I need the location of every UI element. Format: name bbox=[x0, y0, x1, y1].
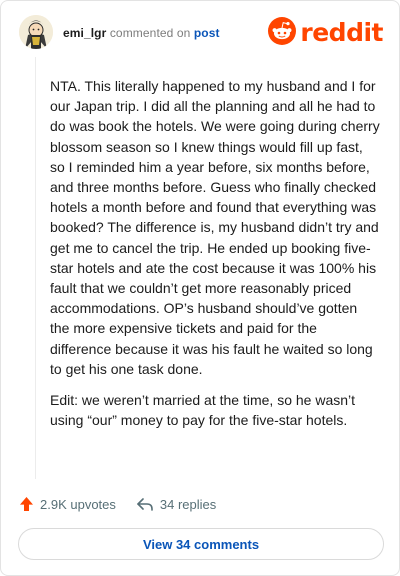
upvote-count: 2.9K upvotes bbox=[40, 496, 116, 512]
reddit-logo[interactable]: reddit bbox=[268, 16, 383, 50]
view-comments-button[interactable]: View 34 comments bbox=[18, 528, 384, 560]
reply-button[interactable]: 34 replies bbox=[136, 496, 216, 512]
reply-count: 34 replies bbox=[159, 496, 217, 512]
reply-arrow-icon bbox=[137, 498, 153, 511]
post-link[interactable]: post bbox=[194, 26, 220, 40]
comment-card: emi_lgr commented on post reddit NTA. Th… bbox=[0, 0, 400, 576]
comment-actions: 2.9K upvotes 34 replies bbox=[19, 494, 216, 514]
upvote-button[interactable]: 2.9K upvotes bbox=[19, 496, 116, 512]
reddit-snoo-icon bbox=[268, 16, 297, 50]
avatar[interactable] bbox=[19, 15, 53, 49]
action-text: commented on bbox=[109, 26, 191, 40]
comment-header: emi_lgr commented on post reddit bbox=[19, 15, 383, 51]
comment-body: NTA. This literally happened to my husba… bbox=[50, 76, 380, 441]
reddit-wordmark: reddit bbox=[300, 18, 383, 47]
thread-line bbox=[35, 57, 36, 479]
comment-paragraph: Edit: we weren’t married at the time, so… bbox=[50, 392, 356, 429]
comment-attribution: emi_lgr commented on post bbox=[63, 26, 220, 40]
comment-paragraph: NTA. This literally happened to my husba… bbox=[50, 78, 380, 377]
upvote-arrow-icon bbox=[20, 497, 33, 511]
username-link[interactable]: emi_lgr bbox=[63, 26, 106, 40]
